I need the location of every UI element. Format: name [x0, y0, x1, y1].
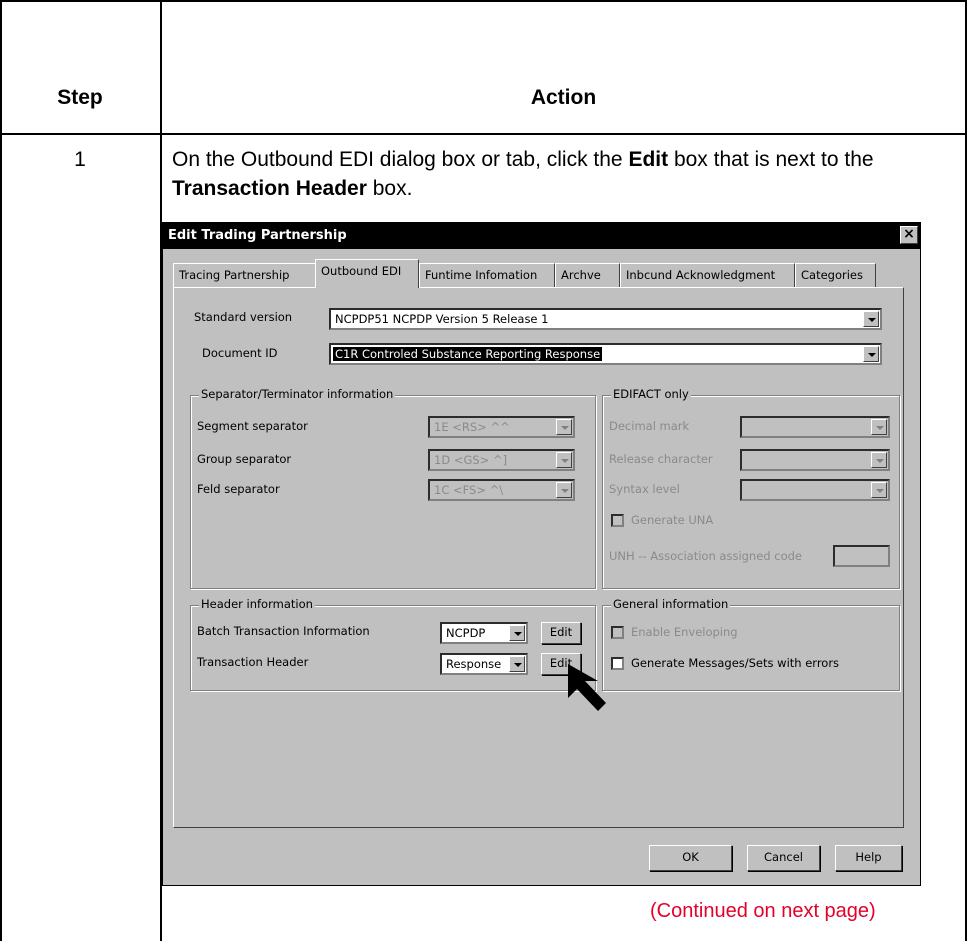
table-border-top [0, 0, 967, 2]
general-group-title: General information [611, 597, 731, 611]
unh-label: UNH -- Association assigned code [609, 549, 802, 563]
field-separator-select: 1C <FS> ^\ [428, 479, 575, 501]
enable-enveloping-checkbox [611, 626, 624, 639]
chevron-down-icon[interactable] [509, 625, 525, 641]
syntax-level-select [740, 479, 890, 501]
chevron-down-icon [556, 419, 572, 435]
enable-enveloping-label: Enable Enveloping [631, 625, 738, 639]
document-id-label: Document ID [202, 346, 278, 360]
segment-separator-value: 1E <RS> ^^ [434, 420, 510, 434]
chevron-down-icon [871, 419, 887, 435]
batch-transaction-value: NCPDP [446, 626, 486, 640]
table-border-left [0, 0, 2, 941]
unh-code-field [833, 545, 890, 567]
generate-una-checkbox [611, 514, 624, 527]
tab-outbound-edi[interactable]: Outbound EDI [315, 259, 419, 288]
dialog-title-bar: Edit Trading Partnership × [163, 223, 920, 249]
transaction-header-value: Response [446, 657, 502, 671]
batch-transaction-label: Batch Transaction Information [197, 624, 370, 638]
transaction-header-label: Transaction Header [197, 655, 309, 669]
segment-separator-select: 1E <RS> ^^ [428, 416, 575, 438]
instruction-part: box. [366, 177, 413, 200]
group-separator-label: Group separator [197, 452, 292, 466]
field-separator-label: Feld separator [197, 482, 280, 496]
separator-group: Separator/Terminator information Segment… [190, 387, 596, 589]
field-separator-value: 1C <FS> ^\ [434, 483, 504, 497]
instruction-edit-bold: Edit [628, 148, 669, 171]
chevron-down-icon[interactable] [863, 346, 879, 362]
header-group-title: Header information [199, 597, 315, 611]
standard-version-value: NCPDP51 NCPDP Version 5 Release 1 [335, 312, 549, 326]
instruction-transaction-header-bold: Transaction Header [172, 177, 367, 200]
release-character-select [740, 449, 890, 471]
pointer-arrow-icon [568, 664, 606, 711]
edifact-group: EDIFACT only Decimal mark Release charac… [602, 387, 900, 589]
ok-button[interactable]: OK [649, 845, 732, 871]
chevron-down-icon [871, 482, 887, 498]
decimal-mark-label: Decimal mark [609, 419, 690, 433]
document-id-value: C1R Controled Substance Reporting Respon… [333, 347, 603, 361]
tab-inbound-acknowledgment[interactable]: Inbcund Acknowledgment [620, 263, 795, 287]
segment-separator-label: Segment separator [197, 419, 308, 433]
syntax-level-label: Syntax level [609, 482, 680, 496]
standard-version-select[interactable]: NCPDP51 NCPDP Version 5 Release 1 [329, 308, 882, 330]
tab-categories[interactable]: Categories [795, 263, 876, 287]
help-button[interactable]: Help [835, 845, 902, 871]
decimal-mark-select [740, 416, 890, 438]
standard-version-label: Standard version [194, 310, 293, 324]
group-separator-select: 1D <GS> ^] [428, 449, 575, 471]
transaction-header-select[interactable]: Response [440, 653, 528, 675]
edit-trading-partnership-dialog: Edit Trading Partnership × Tracing Partn… [162, 222, 921, 886]
chevron-down-icon[interactable] [863, 311, 879, 327]
release-character-label: Release character [609, 452, 713, 466]
chevron-down-icon[interactable] [509, 656, 525, 672]
step-number: 1 [74, 148, 86, 171]
outbound-edi-panel: Standard version NCPDP51 NCPDP Version 5… [173, 287, 904, 828]
batch-transaction-select[interactable]: NCPDP [440, 622, 528, 644]
header-step: Step [57, 86, 103, 109]
dialog-title: Edit Trading Partnership [168, 228, 347, 243]
generate-una-label: Generate UNA [631, 513, 714, 527]
instruction-text: On the Outbound EDI dialog box or tab, c… [172, 145, 932, 203]
cancel-button[interactable]: Cancel [747, 845, 820, 871]
edifact-group-title: EDIFACT only [611, 387, 691, 401]
general-information-group: General information Enable Enveloping Ge… [602, 597, 900, 691]
continued-note: (Continued on next page) [650, 900, 876, 922]
header-action: Action [530, 86, 597, 109]
instruction-part: box that is next to the [668, 148, 874, 171]
chevron-down-icon [556, 452, 572, 468]
table-header-divider [0, 133, 967, 135]
instruction-part: On the Outbound EDI dialog box or tab, c… [172, 148, 629, 171]
tab-runtime-information[interactable]: Funtime Infomation [419, 263, 555, 287]
tab-archive[interactable]: Archve [555, 263, 620, 287]
batch-edit-button[interactable]: Edit [541, 622, 581, 644]
header-information-group: Header information Batch Transaction Inf… [190, 597, 596, 691]
group-separator-value: 1D <GS> ^] [434, 453, 508, 467]
separator-group-title: Separator/Terminator information [199, 387, 396, 401]
chevron-down-icon [556, 482, 572, 498]
document-id-select[interactable]: C1R Controled Substance Reporting Respon… [329, 343, 882, 365]
tab-trading-partnership[interactable]: Tracing Partnership [173, 263, 316, 287]
generate-errors-label: Generate Messages/Sets with errors [631, 656, 840, 670]
close-button[interactable]: × [900, 226, 918, 244]
chevron-down-icon [871, 452, 887, 468]
